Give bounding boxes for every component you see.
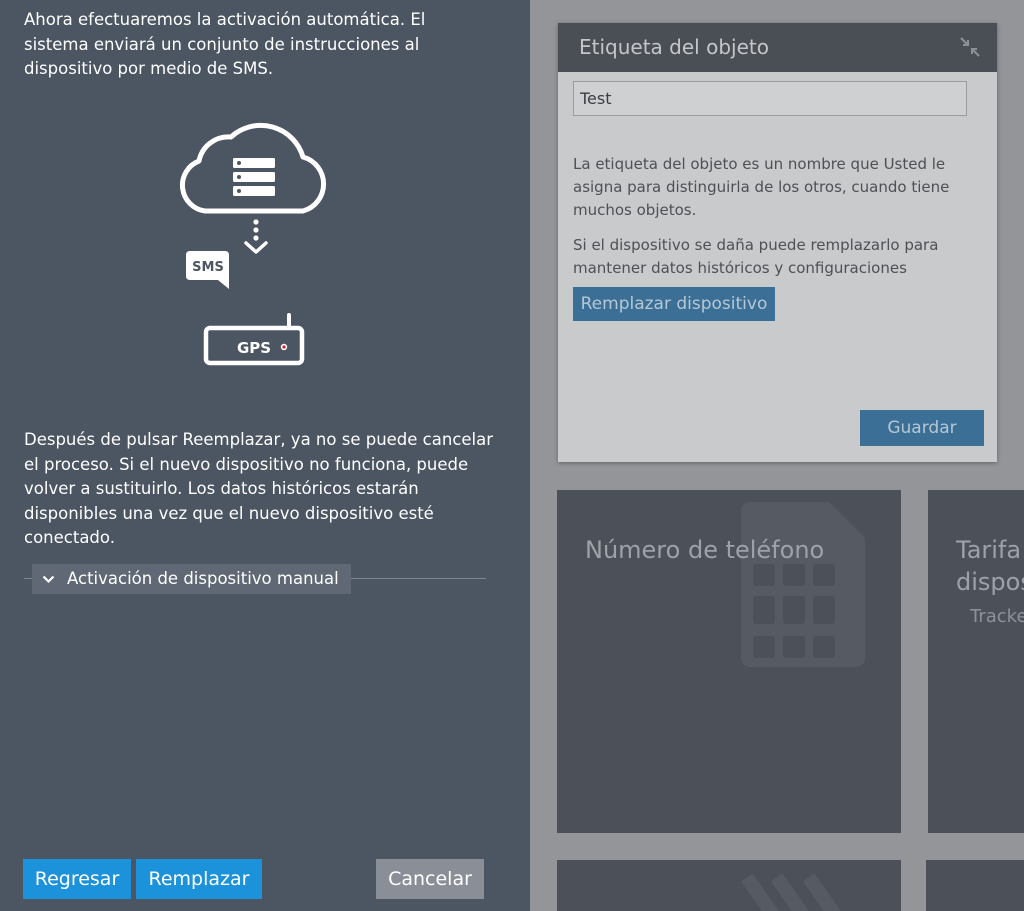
back-button[interactable]: Regresar (23, 859, 131, 899)
manual-activation-toggle[interactable]: Activación de dispositivo manual (32, 564, 351, 594)
tariff-subtitle: Tracke (970, 606, 1024, 627)
background-app: Etiqueta del objeto La etiqueta del obje… (530, 0, 1024, 911)
bottom-tile-right[interactable] (926, 860, 1024, 911)
sim-card-icon (741, 502, 865, 667)
bottom-tile-left[interactable] (557, 860, 901, 911)
warning-text: Después de pulsar Reemplazar, ya no se p… (24, 430, 494, 547)
manual-activation-section: Activación de dispositivo manual (24, 562, 486, 594)
object-label-input[interactable] (573, 81, 967, 116)
gps-tracker-icon: GPS (203, 313, 305, 366)
object-label-help-text: La etiqueta del objeto es un nombre que … (573, 155, 950, 219)
sms-bubble-icon: SMS (186, 251, 229, 289)
object-label-card: Etiqueta del objeto La etiqueta del obje… (558, 23, 997, 462)
card-title: Etiqueta del objeto (579, 35, 769, 59)
replace-button[interactable]: Remplazar (136, 859, 262, 899)
gps-label: GPS (237, 339, 271, 357)
decorative-shape-icon (741, 873, 849, 911)
tariff-title: Tarifa (956, 536, 1022, 564)
manual-activation-label: Activación de dispositivo manual (67, 569, 339, 588)
sms-activation-illustration: SMS GPS (179, 122, 327, 366)
intro-text: Ahora efectuaremos la activación automát… (24, 10, 426, 78)
save-button[interactable]: Guardar (860, 410, 984, 446)
chevron-down-icon (42, 575, 55, 583)
cancel-button[interactable]: Cancelar (376, 859, 484, 899)
tariff-tile[interactable]: Tarifa dispos Tracke (928, 490, 1024, 833)
replace-device-button[interactable]: Remplazar dispositivo (573, 287, 775, 321)
download-arrow-icon (244, 219, 268, 254)
tariff-title-line2: dispos (956, 568, 1024, 596)
replace-device-help-text: Si el dispositivo se daña puede remplaza… (573, 236, 939, 277)
collapse-icon[interactable] (959, 36, 981, 58)
cloud-server-icon (179, 122, 327, 214)
card-header: Etiqueta del objeto (558, 23, 997, 72)
phone-number-tile[interactable]: Número de teléfono (557, 490, 901, 833)
phone-number-title: Número de teléfono (585, 536, 825, 564)
activation-panel: Ahora efectuaremos la activación automát… (0, 0, 530, 911)
sms-label: SMS (192, 260, 224, 275)
